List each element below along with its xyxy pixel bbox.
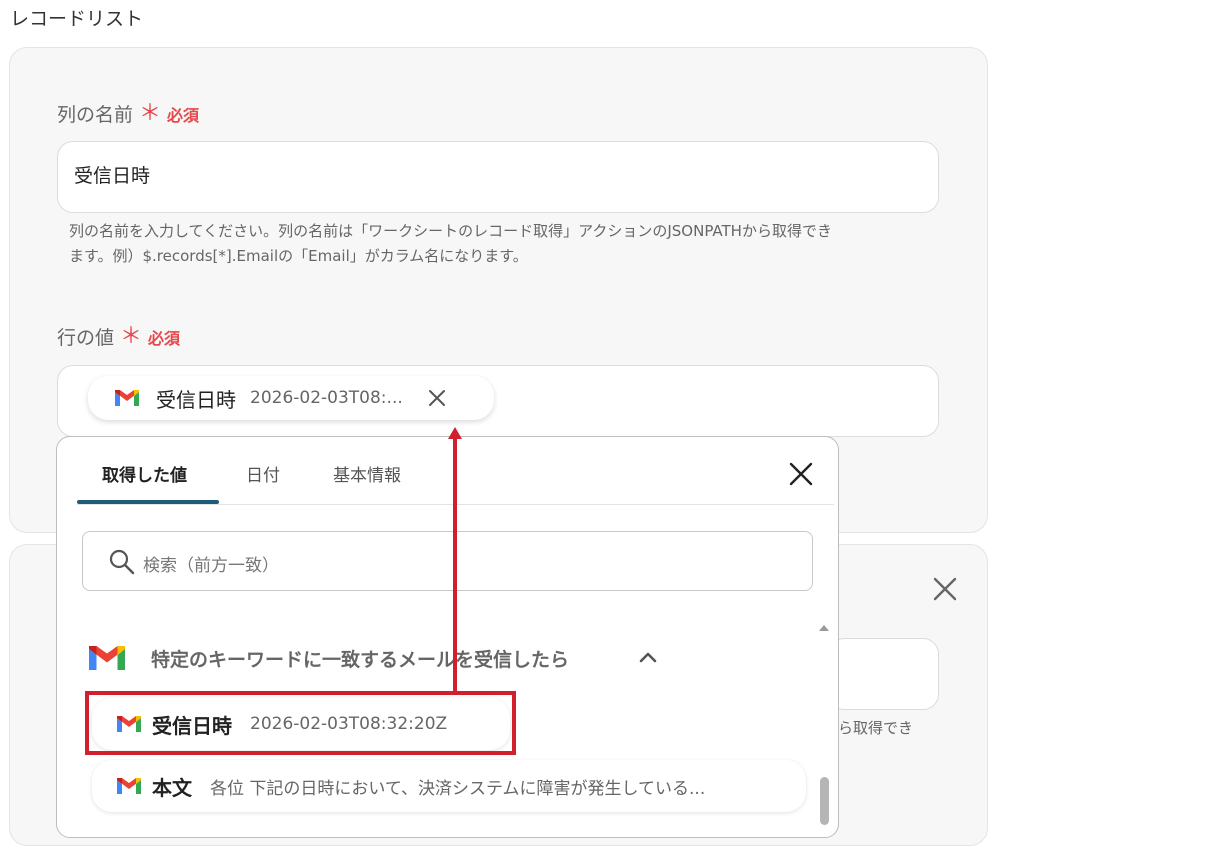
row-value-label: 行の値 ＊ 必須 xyxy=(57,323,180,350)
column-name-label: 列の名前 ＊ 必須 xyxy=(57,100,199,127)
arrow-head-icon xyxy=(448,427,462,439)
required-text: 必須 xyxy=(167,105,200,125)
card2-help-fragment: ら取得でき xyxy=(838,719,914,737)
chip-value: 2026-02-03T08:... xyxy=(250,388,403,408)
scrollbar[interactable] xyxy=(815,623,835,837)
close-icon[interactable] xyxy=(427,388,447,408)
tab-basic-info[interactable]: 基本情報 xyxy=(333,461,401,486)
column-name-help: 列の名前を入力してください。列の名前は「ワークシートのレコード取得」アクションの… xyxy=(69,219,832,269)
scrollbar-thumb[interactable] xyxy=(820,777,829,825)
list-item-key: 本文 xyxy=(152,775,192,800)
chip-key: 受信日時 xyxy=(156,387,236,412)
required-star: ＊ xyxy=(120,323,143,349)
column-name-input[interactable]: 受信日時 xyxy=(57,141,939,213)
gmail-icon xyxy=(115,390,139,406)
scroll-up-icon[interactable] xyxy=(817,623,831,633)
list-item-value: 各位 下記の日時において、決済システムに障害が発生している... xyxy=(210,778,706,799)
column-name-label-text: 列の名前 xyxy=(57,104,134,126)
column-name-help-line2: ます。例）$.records[*].Emailの「Email」がカラム名になりま… xyxy=(69,247,528,265)
close-icon[interactable] xyxy=(932,576,958,602)
search-placeholder: 検索（前方一致） xyxy=(143,556,279,576)
search-icon xyxy=(109,549,135,575)
required-star: ＊ xyxy=(139,100,162,126)
gmail-icon xyxy=(117,778,141,794)
row-value-chip[interactable]: 受信日時 2026-02-03T08:... xyxy=(88,376,494,420)
column-name-value: 受信日時 xyxy=(74,165,151,187)
chevron-up-icon[interactable] xyxy=(638,650,658,664)
tab-date[interactable]: 日付 xyxy=(246,461,280,486)
list-item-body[interactable]: 本文 各位 下記の日時において、決済システムに障害が発生している... xyxy=(92,760,806,812)
required-text: 必須 xyxy=(148,328,181,348)
close-icon[interactable] xyxy=(789,462,813,486)
column-name-help-line1: 列の名前を入力してください。列の名前は「ワークシートのレコード取得」アクションの… xyxy=(69,222,832,240)
highlight-box xyxy=(85,691,516,755)
tab-fetched-values[interactable]: 取得した値 xyxy=(102,461,187,486)
group-title: 特定のキーワードに一致するメールを受信したら xyxy=(151,649,570,671)
gmail-icon xyxy=(89,646,125,670)
section-title: レコードリスト xyxy=(10,8,144,30)
row-value-label-text: 行の値 xyxy=(57,327,115,349)
active-tab-indicator xyxy=(77,500,219,504)
card2-input[interactable] xyxy=(829,638,939,710)
search-input[interactable]: 検索（前方一致） xyxy=(82,531,813,591)
annotation-arrow-line xyxy=(453,434,457,692)
